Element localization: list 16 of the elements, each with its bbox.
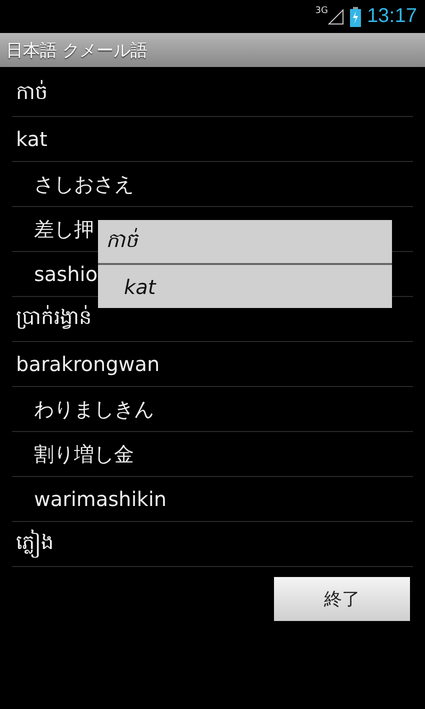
list-item[interactable]: 割り増し金 — [12, 432, 413, 477]
app-title: 日本語 クメール語 — [6, 40, 148, 62]
list-item[interactable]: barakrongwan — [12, 342, 413, 387]
list-item[interactable]: kat — [12, 117, 413, 162]
list-item[interactable]: កាច់ — [12, 72, 413, 117]
clock-time: 13:17 — [366, 5, 417, 28]
list-item[interactable]: warimashikin — [12, 477, 413, 522]
popup-item[interactable]: kat — [98, 263, 392, 308]
list-item[interactable]: さしおさえ — [12, 162, 413, 207]
list-item[interactable]: ភ្លៀង — [12, 522, 413, 567]
battery-charging-icon — [350, 6, 361, 26]
exit-button[interactable]: 終了 — [274, 577, 410, 621]
list-item[interactable]: わりましきん — [12, 387, 413, 432]
network-label: 3G — [315, 6, 328, 16]
signal-icon — [328, 8, 344, 24]
popup-item[interactable]: កាច់ — [98, 220, 392, 263]
